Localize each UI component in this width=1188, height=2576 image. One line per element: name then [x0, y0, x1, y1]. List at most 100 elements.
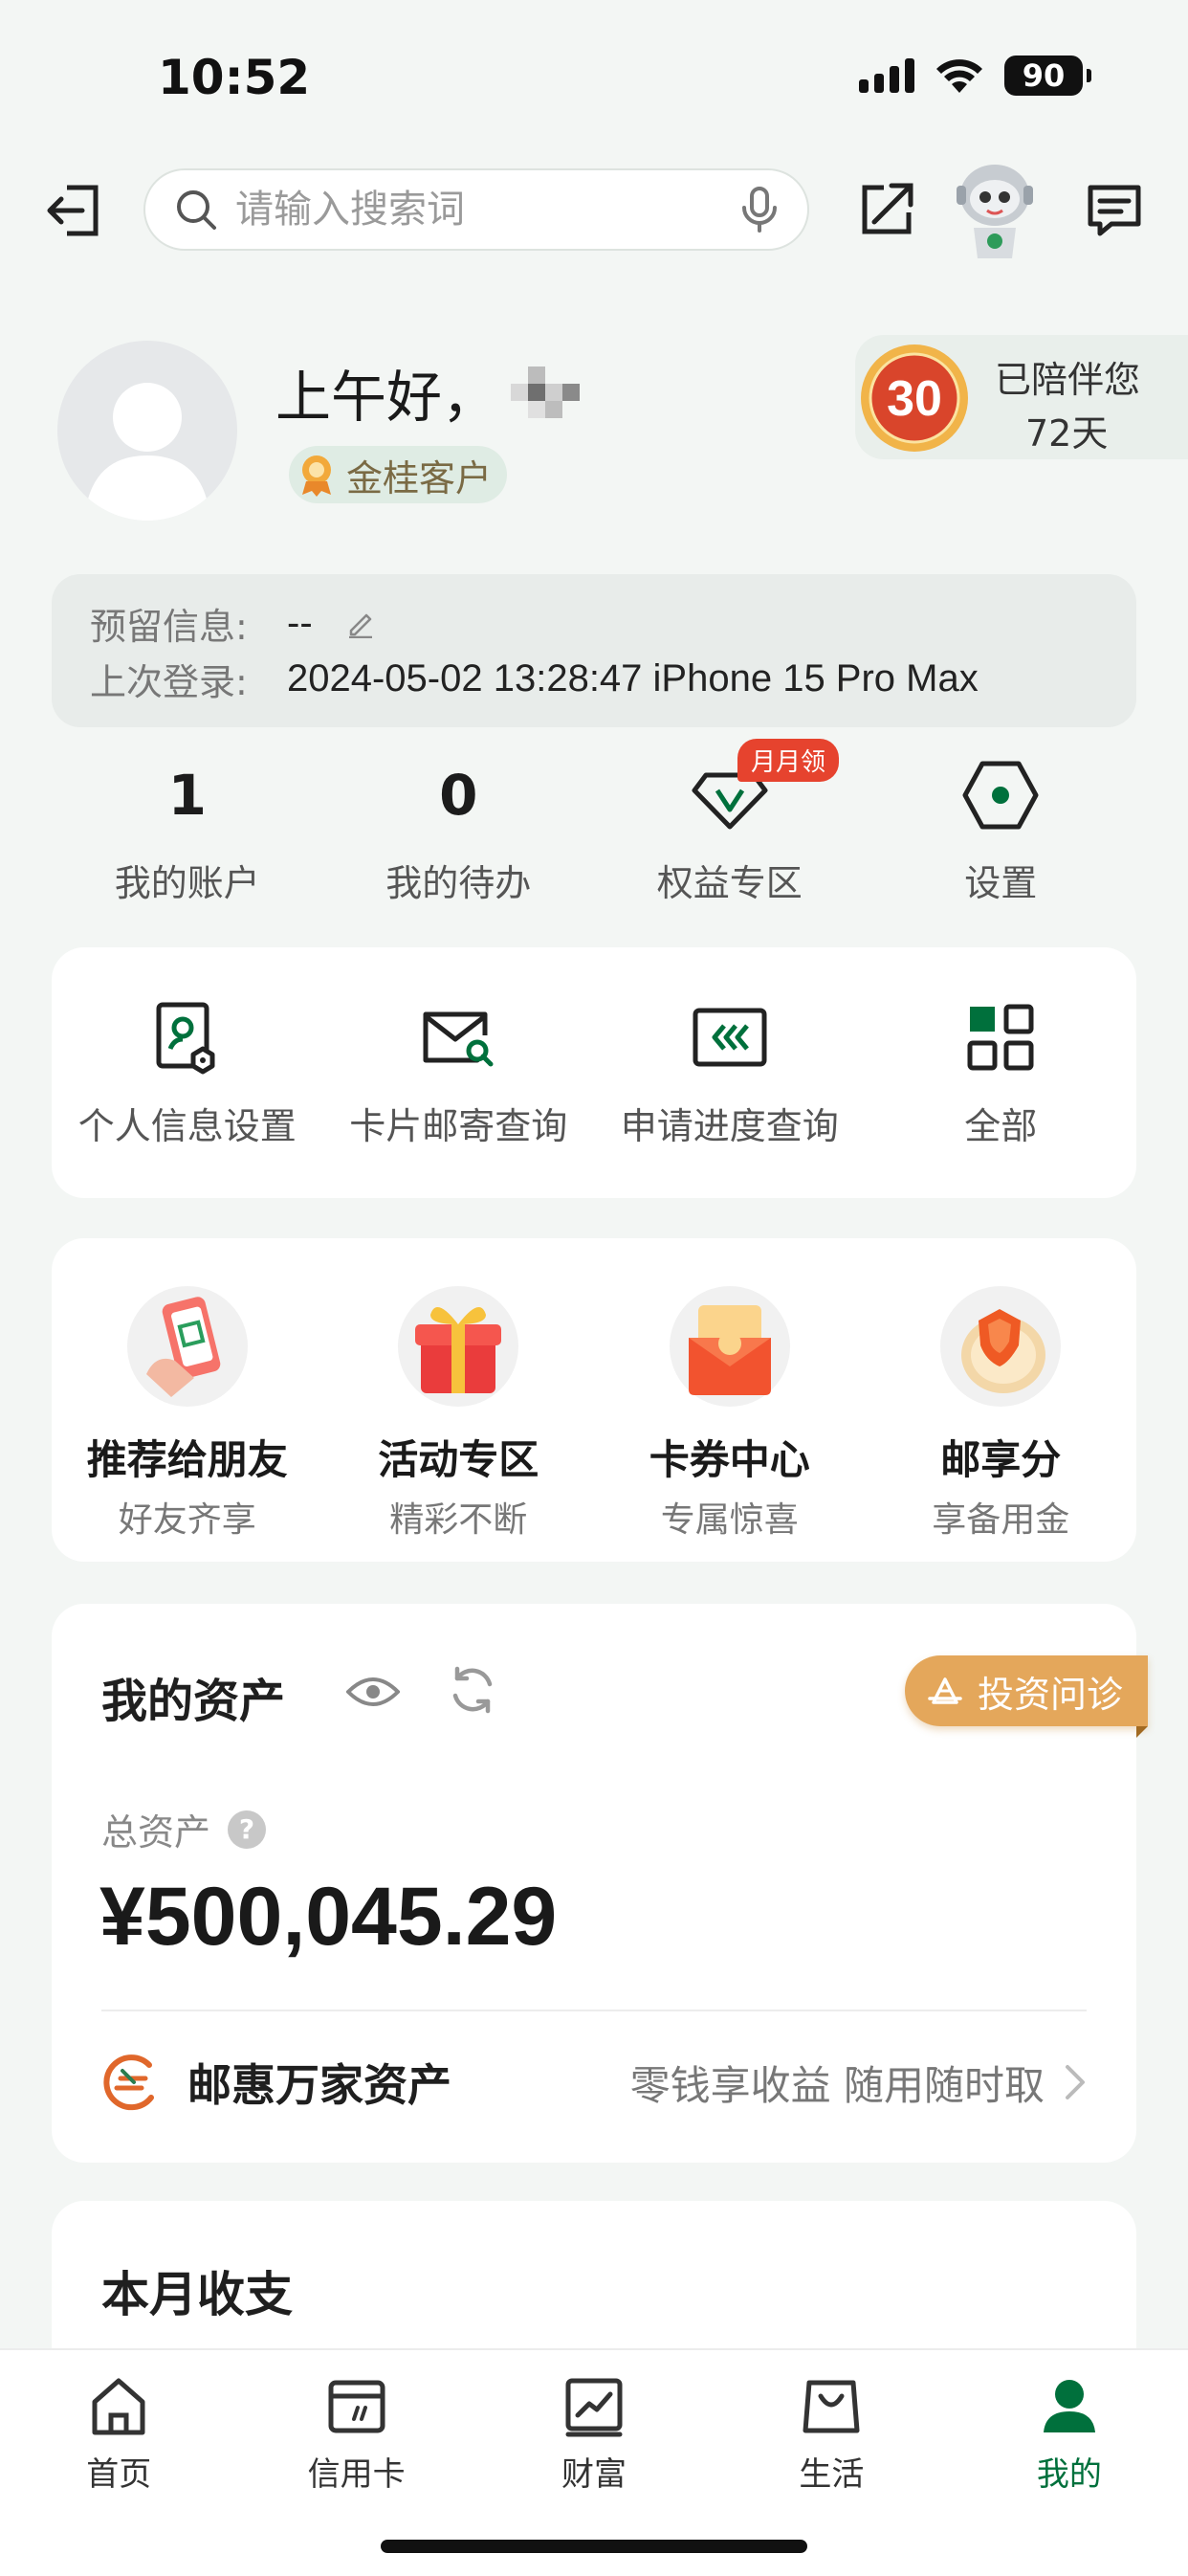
- rights-zone[interactable]: 月月领 权益专区: [594, 739, 866, 928]
- tier-badge[interactable]: 金桂客户: [289, 446, 508, 503]
- share-link-icon[interactable]: [857, 180, 916, 239]
- reserved-info-row: 预留信息: --: [90, 595, 1098, 651]
- home-icon: [92, 2378, 145, 2435]
- accounts-label: 我的账户: [114, 862, 260, 904]
- tab-mine[interactable]: 我的: [951, 2350, 1188, 2576]
- total-assets-label: 总资产: [101, 1811, 211, 1854]
- tab-label: 首页: [86, 2455, 152, 2494]
- promo-subtitle: 专属惊喜: [660, 1500, 799, 1540]
- promo-title: 活动专区: [378, 1436, 539, 1483]
- invest-diagnosis-icon: [928, 1677, 962, 1704]
- logout-icon[interactable]: [44, 180, 105, 241]
- companion-banner[interactable]: 30 已陪伴您 72天: [855, 335, 1188, 459]
- tab-label: 我的: [1036, 2455, 1102, 2494]
- monthly-title: 本月收支: [101, 2267, 293, 2322]
- assets-title: 我的资产: [101, 1675, 286, 1728]
- my-assets-card: 我的资产 投资问诊 总资产 ? ¥500,045.29 邮惠万家资产 零钱享收益…: [52, 1604, 1148, 2163]
- wifi-icon: [936, 59, 982, 93]
- coupon-center[interactable]: 卡券中心 专属惊喜: [594, 1238, 866, 1562]
- invest-diagnosis-button[interactable]: 投资问诊: [904, 1655, 1148, 1738]
- assistant-robot-icon[interactable]: [949, 159, 1041, 262]
- companion-days: 72天: [1025, 412, 1109, 455]
- settings[interactable]: 设置: [866, 756, 1137, 928]
- youhui-wanjia-row[interactable]: 邮惠万家资产 零钱享收益 随用随时取: [101, 2044, 1087, 2121]
- promotions-card: 推荐给朋友 好友齐享 活动专区 精彩不断 卡券中心 专属惊喜 邮享分 享备用金: [52, 1238, 1136, 1562]
- top-bar: [0, 163, 1188, 258]
- tab-home[interactable]: 首页: [0, 2350, 237, 2576]
- gift-box-icon: [415, 1307, 502, 1393]
- card-mail-query[interactable]: 卡片邮寄查询: [323, 947, 595, 1198]
- avatar[interactable]: [57, 341, 237, 521]
- login-info-card: 预留信息: -- 上次登录: 2024-05-02 13:28:47 iPhon…: [52, 574, 1136, 727]
- anniversary-number: 30: [887, 371, 942, 427]
- my-accounts[interactable]: 1 我的账户: [52, 756, 323, 928]
- promo-subtitle: 好友齐享: [118, 1500, 256, 1540]
- total-assets-value: ¥500,045.29: [99, 1871, 558, 1963]
- quick-action-label: 卡片邮寄查询: [349, 1105, 568, 1147]
- settings-label: 设置: [964, 862, 1038, 904]
- chevron-right-icon: [1066, 2065, 1085, 2099]
- coupon-envelope-icon: [688, 1305, 771, 1395]
- user-settings-icon: [156, 1002, 215, 1075]
- stats-row: 1 我的账户 0 我的待办 月月领 权益专区 设置: [52, 739, 1137, 928]
- edit-icon[interactable]: [345, 608, 376, 638]
- ribbon-fold: [1136, 1726, 1148, 1738]
- greeting: 上午好，: [275, 352, 581, 433]
- youxiang-points[interactable]: 邮享分 享备用金: [866, 1238, 1137, 1562]
- divider: [101, 2010, 1087, 2011]
- eye-icon[interactable]: [346, 1673, 400, 1711]
- reserved-info-value: --: [287, 601, 313, 644]
- total-assets-label-row: 总资产 ?: [101, 1803, 267, 1855]
- default-avatar-icon: [84, 383, 210, 521]
- status-bar: 10:52 90: [0, 0, 1188, 153]
- help-icon[interactable]: ?: [228, 1810, 267, 1849]
- promo-title: 邮享分: [940, 1436, 1062, 1483]
- rights-label: 权益专区: [656, 862, 803, 904]
- quick-action-label: 申请进度查询: [620, 1105, 839, 1147]
- masked-name: [511, 366, 581, 418]
- mail-search-icon: [423, 1011, 494, 1067]
- companion-title: 已陪伴您: [995, 359, 1141, 401]
- reserved-info-label: 预留信息:: [90, 605, 248, 648]
- refresh-icon[interactable]: [448, 1665, 497, 1715]
- promo-subtitle: 享备用金: [932, 1500, 1070, 1540]
- personal-info-settings[interactable]: 个人信息设置: [52, 947, 323, 1198]
- my-todos[interactable]: 0 我的待办: [323, 756, 595, 928]
- credit-card-icon: [328, 2380, 385, 2433]
- search-icon: [177, 190, 216, 230]
- product-name: 邮惠万家资产: [187, 2059, 451, 2111]
- tier-label: 金桂客户: [346, 456, 493, 500]
- monthly-badge: 月月领: [737, 739, 840, 782]
- application-progress-query[interactable]: 申请进度查询: [594, 947, 866, 1198]
- promo-title: 推荐给朋友: [86, 1436, 288, 1483]
- product-description: 零钱享收益 随用随时取: [629, 2061, 1045, 2109]
- search-bar[interactable]: [143, 168, 809, 251]
- shield-coin-icon: [961, 1309, 1046, 1393]
- tab-label: 生活: [799, 2455, 865, 2494]
- progress-icon: [693, 1008, 767, 1067]
- recommend-friends[interactable]: 推荐给朋友 好友齐享: [52, 1238, 323, 1562]
- wealth-chart-icon: [565, 2378, 623, 2437]
- promo-title: 卡券中心: [649, 1436, 810, 1483]
- shopping-bag-icon: [803, 2380, 860, 2433]
- microphone-icon[interactable]: [740, 187, 779, 233]
- mine-page: 10:52 90 请输入搜索词 上午好， 金桂客户 30 已陪伴您 72天 预留…: [0, 0, 1188, 2576]
- last-login-row: 上次登录: 2024-05-02 13:28:47 iPhone 15 Pro …: [90, 651, 1098, 706]
- anniversary-badge-icon: 30: [861, 344, 968, 452]
- last-login-label: 上次登录:: [90, 660, 248, 703]
- battery-icon: 90: [1004, 56, 1091, 96]
- user-icon: [1043, 2380, 1095, 2432]
- home-indicator: [381, 2540, 807, 2553]
- quick-action-label: 全部: [964, 1105, 1038, 1147]
- quick-action-label: 个人信息设置: [77, 1105, 297, 1147]
- search-input[interactable]: [235, 188, 740, 232]
- cellular-signal-icon: [859, 58, 914, 93]
- quick-actions-card: 个人信息设置 卡片邮寄查询 申请进度查询 全部: [52, 947, 1136, 1198]
- all-services[interactable]: 全部: [866, 947, 1137, 1198]
- status-indicators: 90: [859, 56, 1091, 96]
- activity-zone[interactable]: 活动专区 精彩不断: [323, 1238, 595, 1562]
- status-time: 10:52: [158, 50, 311, 105]
- greeting-text: 上午好，: [275, 365, 498, 430]
- message-icon[interactable]: [1085, 180, 1144, 239]
- medal-icon: [302, 455, 331, 497]
